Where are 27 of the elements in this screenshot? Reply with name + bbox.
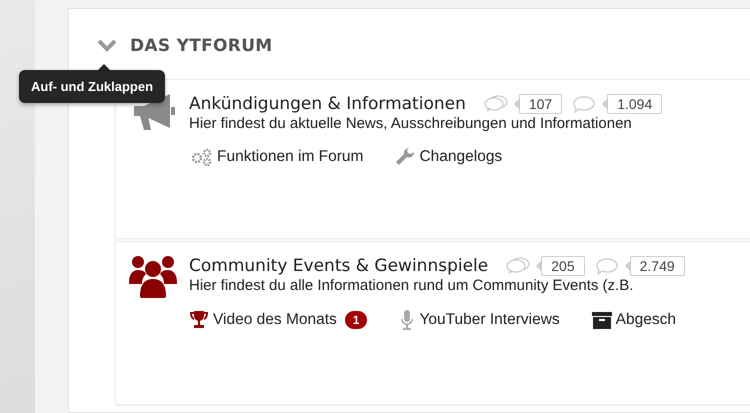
post-count: 1.094 [602,94,662,114]
subforum-link[interactable]: YouTuber Interviews [419,311,560,329]
subforum-link[interactable]: Changelogs [419,148,502,166]
unread-badge: 1 [344,311,368,329]
threads-icon [484,95,508,113]
archive-icon [592,311,612,329]
tooltip: Auf- und Zuklappen [19,70,166,103]
chevron-down-icon[interactable] [97,39,117,53]
microphone-icon [399,309,416,331]
post-count: 2.749 [624,256,685,276]
forum-title-link[interactable]: Community Events & Gewinnspiele [189,256,488,276]
forum-description: Hier findest du aktuelle News, Ausschreibungen und Informationen [189,115,633,132]
subforum-link[interactable]: Funktionen im Forum [217,148,364,166]
thread-count: 205 [536,256,585,276]
subforum-link[interactable]: Abgesch [616,311,676,329]
forum-description: Hier findest du alle Informationen rund um Community Events (z.B. [189,277,634,294]
posts-icon [572,95,596,113]
thread-count: 107 [514,94,562,114]
trophy-icon [189,310,209,330]
category-title: DAS YTFORUM [130,36,273,56]
posts-icon [594,257,619,275]
people-icon [128,254,178,298]
gears-icon [189,147,213,167]
forum-title-link[interactable]: Ankündigungen & Informationen [189,94,466,114]
subforum-link[interactable]: Video des Monats [213,311,337,329]
wrench-icon [395,147,416,167]
threads-icon [506,257,530,275]
